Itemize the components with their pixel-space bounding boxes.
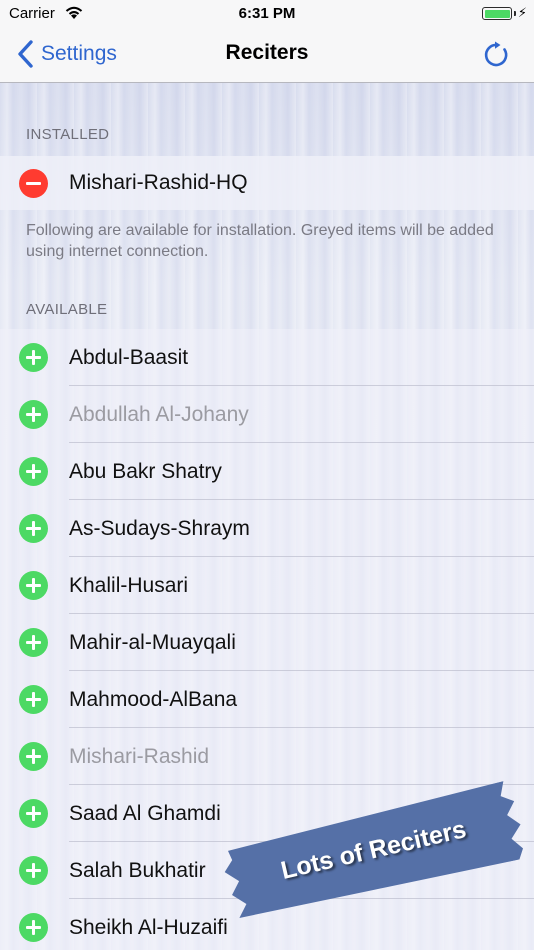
battery-icon [482, 7, 512, 20]
status-bar: Carrier 6:31 PM ⚡ [0, 0, 534, 28]
add-icon[interactable] [19, 343, 48, 372]
available-row-label: Mishari-Rashid [69, 744, 210, 768]
available-row[interactable]: Abdul-Baasit [0, 329, 534, 386]
back-button[interactable]: Settings [14, 38, 117, 70]
navigation-bar: Settings Reciters [0, 28, 534, 83]
refresh-icon[interactable] [482, 40, 512, 70]
installed-section-header: INSTALLED [26, 126, 110, 143]
available-row[interactable]: Khalil-Husari [0, 557, 534, 614]
installed-row-label: Mishari-Rashid-HQ [69, 171, 248, 194]
available-row-label: Saad Al Ghamdi [69, 801, 221, 825]
available-row[interactable]: Abu Bakr Shatry [0, 443, 534, 500]
available-row-label: Khalil-Husari [69, 573, 189, 597]
charging-bolt-icon: ⚡ [517, 5, 527, 20]
available-row[interactable]: As-Sudays-Shraym [0, 500, 534, 557]
available-row-label: Mahir-al-Muayqali [69, 630, 236, 654]
available-row[interactable]: Mahmood-AlBana [0, 671, 534, 728]
add-icon[interactable] [19, 742, 48, 771]
add-icon[interactable] [19, 913, 48, 942]
available-section-header: AVAILABLE [26, 301, 108, 318]
add-icon[interactable] [19, 457, 48, 486]
installed-row[interactable]: Mishari-Rashid-HQ [0, 156, 534, 210]
available-row-label: Sheikh Al-Huzaifi [69, 915, 228, 939]
add-icon[interactable] [19, 400, 48, 429]
available-row-label: Abdul-Baasit [69, 345, 189, 369]
available-row[interactable]: Abdullah Al-Johany [0, 386, 534, 443]
add-icon[interactable] [19, 628, 48, 657]
available-row-label: Salah Bukhatir [69, 858, 206, 882]
available-row-label: As-Sudays-Shraym [69, 516, 250, 540]
add-icon[interactable] [19, 571, 48, 600]
available-row-label: Abdullah Al-Johany [69, 402, 249, 426]
back-button-label: Settings [41, 42, 117, 65]
available-row-label: Abu Bakr Shatry [69, 459, 222, 483]
add-icon[interactable] [19, 685, 48, 714]
battery-cap [514, 11, 516, 16]
available-row[interactable]: Mahir-al-Muayqali [0, 614, 534, 671]
remove-icon[interactable] [19, 168, 48, 198]
clock-time: 6:31 PM [238, 5, 296, 22]
add-icon[interactable] [19, 799, 48, 828]
available-row[interactable]: Mishari-Rashid [0, 728, 534, 785]
add-icon[interactable] [19, 856, 48, 885]
chevron-left-icon [18, 40, 33, 68]
add-icon[interactable] [19, 514, 48, 543]
installation-note: Following are available for installation… [26, 222, 494, 260]
available-row-label: Mahmood-AlBana [69, 687, 238, 711]
